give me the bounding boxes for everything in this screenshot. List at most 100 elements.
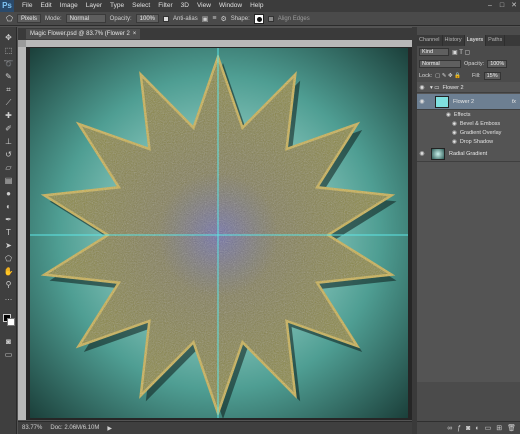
menu-file[interactable]: File xyxy=(18,0,36,12)
background-color-swatch[interactable] xyxy=(7,318,15,326)
vertical-ruler[interactable] xyxy=(18,47,26,420)
effects-row[interactable]: ◉ Effects xyxy=(446,112,471,118)
more-tools-icon[interactable]: … xyxy=(3,293,14,303)
eye-icon[interactable]: ◉ xyxy=(417,98,427,105)
layer-thumbnail[interactable] xyxy=(431,147,445,160)
document-close-icon[interactable]: × xyxy=(133,29,137,39)
effect-bevel-row[interactable]: ◉ Bevel & Emboss xyxy=(452,121,500,127)
effect-shadow-row[interactable]: ◉ Drop Shadow xyxy=(452,139,493,145)
quick-select-tool-icon[interactable]: ✎ xyxy=(3,72,14,82)
menu-select[interactable]: Select xyxy=(128,0,154,12)
polygon-tool-icon[interactable]: ⬠ xyxy=(6,14,13,23)
path-ops-icon[interactable]: ▣ xyxy=(202,15,209,23)
close-window-button[interactable]: ✕ xyxy=(508,0,520,12)
menu-view[interactable]: View xyxy=(193,0,215,12)
path-align-icon[interactable]: ≡ xyxy=(212,15,216,22)
healing-tool-icon[interactable]: ✚ xyxy=(3,111,14,121)
trash-icon[interactable]: 🗑 xyxy=(507,424,516,432)
fx-badge[interactable]: fx xyxy=(512,99,516,105)
menu-help[interactable]: Help xyxy=(246,0,267,12)
eraser-tool-icon[interactable]: ▱ xyxy=(3,163,14,173)
adjustment-icon[interactable]: ◐ xyxy=(475,425,479,432)
tab-channels[interactable]: Channel xyxy=(417,35,443,46)
layer-blend-select[interactable]: Normal xyxy=(419,60,461,68)
marquee-tool-icon[interactable]: ⬚ xyxy=(3,46,14,56)
menu-filter[interactable]: Filter xyxy=(154,0,176,12)
minimize-button[interactable]: – xyxy=(484,0,496,12)
tab-paths[interactable]: Paths xyxy=(486,35,506,46)
antialias-checkbox[interactable] xyxy=(163,15,170,22)
clone-stamp-tool-icon[interactable]: ⊥ xyxy=(3,137,14,147)
tool-mode-select[interactable]: Pixels xyxy=(16,14,41,23)
photoshop-logo: Ps xyxy=(0,0,14,12)
tab-layers[interactable]: Layers xyxy=(464,35,487,46)
brush-tool-icon[interactable]: ✐ xyxy=(3,124,14,134)
layer-opacity-input[interactable]: 100% xyxy=(487,60,508,68)
crop-tool-icon[interactable]: ⌗ xyxy=(3,85,14,95)
layer-row[interactable]: ◉ Radial Gradient xyxy=(417,146,520,162)
quick-mask-icon[interactable]: ◙ xyxy=(3,337,14,347)
menu-bar: Ps File Edit Image Layer Type Select Fil… xyxy=(0,0,520,12)
link-icon[interactable]: ∞ xyxy=(447,425,452,432)
group-name: Flower 2 xyxy=(442,84,464,91)
gradient-tool-icon[interactable]: ▤ xyxy=(3,176,14,186)
pen-tool-icon[interactable]: ✒ xyxy=(3,215,14,225)
move-tool-icon[interactable]: ✥ xyxy=(3,33,14,43)
menu-layer[interactable]: Layer xyxy=(82,0,106,12)
dodge-tool-icon[interactable]: ◐ xyxy=(3,202,14,212)
layer-thumbnail[interactable] xyxy=(435,95,449,108)
lock-icons[interactable]: ▢ ✎ ✥ 🔒 xyxy=(435,73,461,79)
shape-picker[interactable] xyxy=(253,13,264,24)
eye-icon[interactable]: ◉ xyxy=(417,150,427,157)
canvas[interactable] xyxy=(30,48,408,419)
new-group-icon[interactable]: ▭ xyxy=(485,424,492,432)
options-bar: ⬠ Pixels Mode: Normal Opacity: 100% Anti… xyxy=(0,12,520,26)
mask-icon[interactable]: ◙ xyxy=(466,425,470,432)
screen-mode-icon[interactable]: ▭ xyxy=(3,350,14,360)
fx-icon[interactable]: ƒ xyxy=(457,425,461,432)
type-tool-icon[interactable]: T xyxy=(3,228,14,238)
horizontal-ruler[interactable] xyxy=(26,40,412,47)
opacity-input[interactable]: 100% xyxy=(135,14,160,23)
eye-icon[interactable]: ◉ xyxy=(452,121,457,127)
settings-gear-icon[interactable]: ⚙ xyxy=(220,15,226,23)
layer-name[interactable]: Flower 2 xyxy=(453,99,512,105)
effect-gradient-row[interactable]: ◉ Gradient Overlay xyxy=(452,130,501,136)
menu-3d[interactable]: 3D xyxy=(177,0,193,12)
hand-tool-icon[interactable]: ✋ xyxy=(3,267,14,277)
fill-input[interactable]: 15% xyxy=(483,72,501,80)
menu-image[interactable]: Image xyxy=(56,0,82,12)
folder-icon[interactable]: ▾ ▭ xyxy=(430,85,440,91)
menu-type[interactable]: Type xyxy=(106,0,128,12)
new-layer-icon[interactable]: ⊞ xyxy=(496,424,502,432)
tab-history[interactable]: History xyxy=(443,35,465,46)
zoom-tool-icon[interactable]: ⚲ xyxy=(3,280,14,290)
align-edges-checkbox[interactable] xyxy=(267,15,274,22)
menu-edit[interactable]: Edit xyxy=(36,0,55,12)
layer-row-selected[interactable]: ◉ Flower 2 fx xyxy=(417,94,520,110)
eyedropper-tool-icon[interactable]: ⟋ xyxy=(3,98,14,108)
document-tab[interactable]: Magic Flower.psd @ 83.7% (Flower 2 × xyxy=(26,29,141,39)
layer-opacity-label: Opacity: xyxy=(464,61,485,67)
status-arrow-icon[interactable]: ▶ xyxy=(107,425,112,432)
zoom-level[interactable]: 83.77% xyxy=(22,425,42,431)
eye-icon[interactable]: ◉ xyxy=(417,84,427,91)
path-select-tool-icon[interactable]: ➤ xyxy=(3,241,14,251)
history-brush-tool-icon[interactable]: ↺ xyxy=(3,150,14,160)
eye-icon[interactable]: ◉ xyxy=(452,130,457,136)
ruler-origin[interactable] xyxy=(18,40,26,47)
maximize-button[interactable]: □ xyxy=(496,0,508,12)
shape-tool-icon[interactable]: ⬠ xyxy=(3,254,14,264)
lasso-tool-icon[interactable]: ➰ xyxy=(3,59,14,69)
eye-icon[interactable]: ◉ xyxy=(446,112,451,118)
blur-tool-icon[interactable]: ● xyxy=(3,189,14,199)
layer-filter-select[interactable]: Kind xyxy=(419,48,449,56)
blend-mode-select[interactable]: Normal xyxy=(65,14,106,23)
filter-icons[interactable]: ▣ T ▢ xyxy=(452,49,470,56)
opacity-label: Opacity: xyxy=(109,15,132,22)
eye-icon[interactable]: ◉ xyxy=(452,139,457,145)
flower-shape-svg xyxy=(30,48,408,419)
menu-window[interactable]: Window xyxy=(215,0,246,12)
layer-name[interactable]: Radial Gradient xyxy=(449,151,487,157)
layer-group-row[interactable]: ◉ ▾ ▭ Flower 2 xyxy=(417,83,520,93)
